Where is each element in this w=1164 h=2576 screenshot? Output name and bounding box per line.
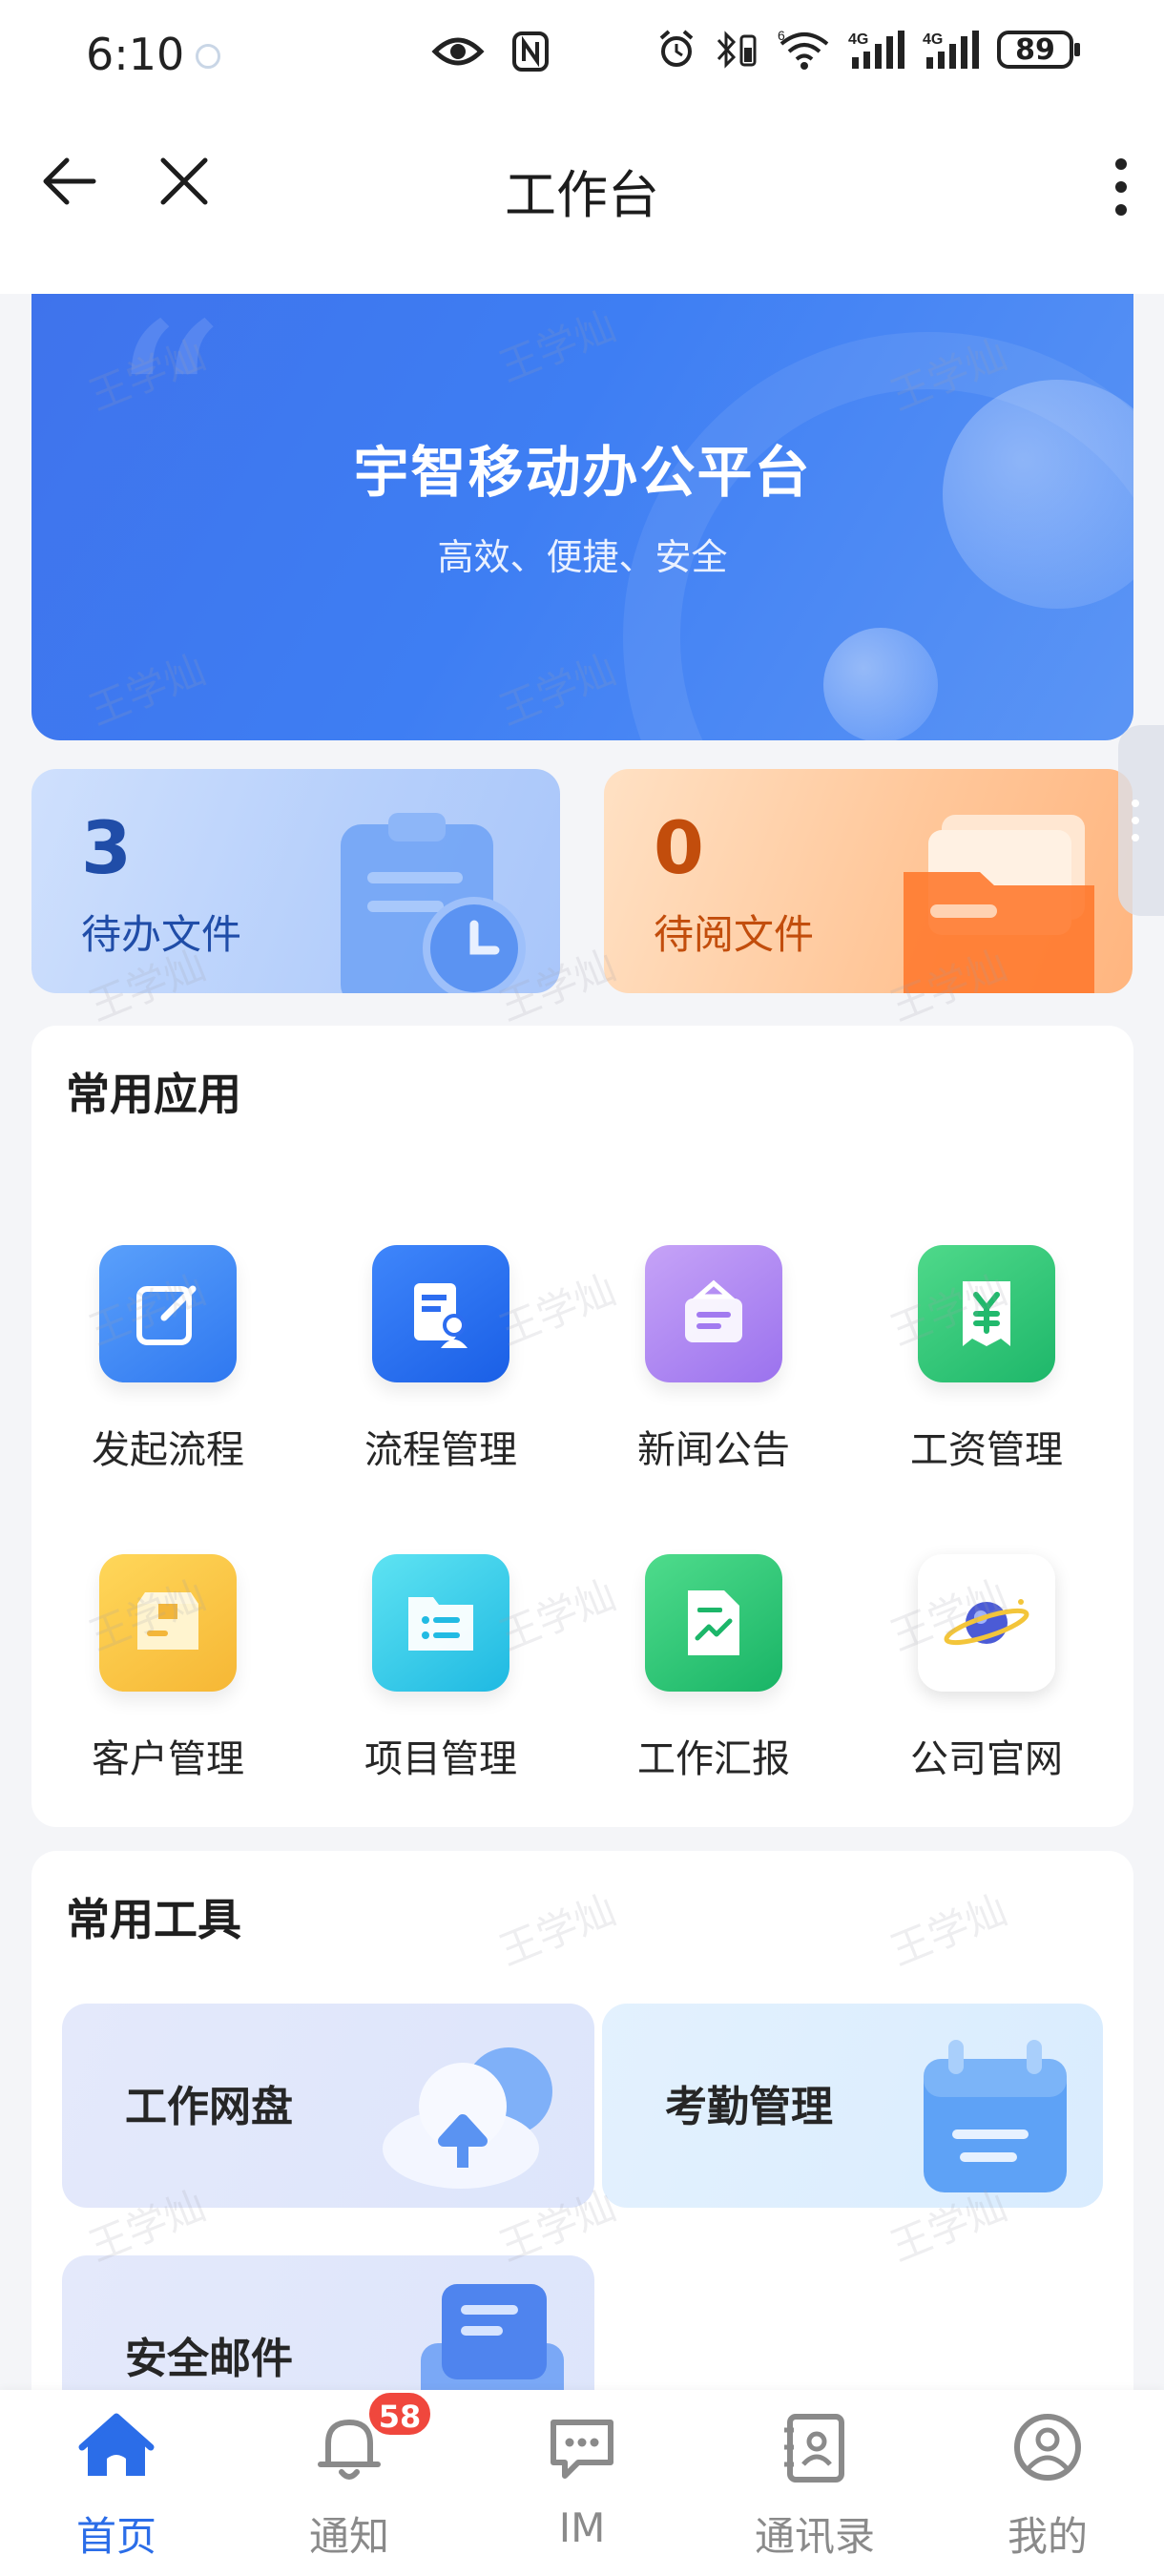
- banner-title: 宇智移动办公平台: [353, 440, 812, 505]
- common-tools-section: 常用工具 工作网盘 考勤管理 安全邮件: [31, 1851, 1133, 2423]
- more-vertical-icon: [1107, 158, 1135, 216]
- common-apps-section: 常用应用 发起流程 流程管理 新闻公告 工资管理 客户管理 项目管理 工作汇报 …: [31, 1026, 1133, 1827]
- status-time: 6:10: [86, 29, 185, 80]
- notice-board-icon: [645, 1245, 782, 1382]
- tab-label: 首页: [75, 2513, 156, 2560]
- signal-icon: 4G: [848, 29, 905, 71]
- bottom-tab-bar: 首页 58 通知 IM 通讯录 我的: [0, 2390, 1164, 2576]
- nfc-icon: [511, 31, 550, 73]
- app-label: 发起流程: [92, 1428, 244, 1472]
- tab-label: IM: [558, 2504, 606, 2551]
- clipboard-clock-icon: [312, 805, 541, 993]
- tab-contacts[interactable]: 通讯录: [698, 2390, 931, 2576]
- svg-text:6: 6: [778, 29, 785, 43]
- more-button[interactable]: [1107, 153, 1135, 221]
- tab-label: 通知: [308, 2513, 389, 2560]
- home-icon: [78, 2413, 155, 2476]
- cloud-upload-icon: [375, 2025, 566, 2200]
- tool-label: 工作网盘: [125, 2083, 293, 2131]
- pending-files-label: 待办文件: [81, 911, 242, 958]
- tool-label: 考勤管理: [665, 2083, 833, 2131]
- pending-files-count: 3: [81, 805, 132, 890]
- user-icon: [1014, 2414, 1081, 2481]
- tab-home[interactable]: 首页: [0, 2390, 233, 2576]
- common-tools-title: 常用工具: [66, 1894, 241, 1945]
- app-label: 工资管理: [910, 1428, 1063, 1472]
- notification-badge: 58: [366, 2390, 433, 2438]
- signal-icon-2: 4G: [923, 29, 980, 71]
- yen-receipt-icon: [918, 1245, 1055, 1382]
- app-label: 公司官网: [910, 1737, 1063, 1781]
- folder-list-icon: [372, 1554, 509, 1692]
- banner[interactable]: “ 宇智移动办公平台: [31, 294, 1133, 740]
- box-icon: [99, 1554, 237, 1692]
- tab-im[interactable]: IM: [466, 2390, 698, 2576]
- unread-files-count: 0: [654, 805, 704, 890]
- folder-icon: [884, 805, 1113, 993]
- planet-icon: [918, 1554, 1055, 1692]
- report-chart-icon: [645, 1554, 782, 1692]
- tab-profile[interactable]: 我的: [931, 2390, 1164, 2576]
- status-bar: 6:10 6 4G 4G 89: [0, 0, 1164, 113]
- chat-icon: [551, 2420, 613, 2479]
- app-company-website[interactable]: 公司官网: [850, 1554, 1123, 1783]
- page-title: 工作台: [505, 165, 659, 225]
- app-salary-management[interactable]: 工资管理: [850, 1245, 1123, 1474]
- contacts-icon: [784, 2414, 844, 2483]
- app-process-management[interactable]: 流程管理: [304, 1245, 577, 1474]
- tool-label: 安全邮件: [125, 2335, 293, 2383]
- battery-level: 89: [1015, 32, 1055, 67]
- tab-label: 通讯录: [754, 2513, 875, 2560]
- sync-indicator-icon: [196, 44, 220, 69]
- pending-files-card[interactable]: 3 待办文件: [31, 769, 560, 993]
- edit-icon: [99, 1245, 237, 1382]
- status-right-icons: 6 4G 4G 89: [657, 29, 1080, 71]
- svg-text:4G: 4G: [848, 31, 868, 48]
- battery-icon: 89: [997, 31, 1080, 69]
- app-start-process[interactable]: 发起流程: [31, 1245, 304, 1474]
- app-label: 新闻公告: [637, 1428, 790, 1472]
- svg-text:4G: 4G: [923, 31, 943, 48]
- floating-side-handle[interactable]: [1118, 725, 1164, 916]
- status-center-icons: [431, 31, 550, 73]
- wifi-icon: 6: [778, 29, 831, 71]
- tool-work-drive[interactable]: 工作网盘: [62, 2004, 594, 2208]
- app-label: 客户管理: [92, 1737, 244, 1781]
- app-news-announcement[interactable]: 新闻公告: [577, 1245, 850, 1474]
- calendar-icon: [903, 2025, 1074, 2200]
- banner-subtitle: 高效、便捷、安全: [437, 536, 728, 578]
- common-apps-title: 常用应用: [66, 1069, 241, 1120]
- document-user-icon: [372, 1245, 509, 1382]
- tab-notifications[interactable]: 58 通知: [233, 2390, 466, 2576]
- app-work-report[interactable]: 工作汇报: [577, 1554, 850, 1783]
- bluetooth-battery-icon: [713, 29, 760, 71]
- app-customer-management[interactable]: 客户管理: [31, 1554, 304, 1783]
- banner-bubble-small: [823, 628, 938, 740]
- unread-files-label: 待阅文件: [654, 911, 815, 958]
- app-label: 项目管理: [364, 1737, 517, 1781]
- tool-attendance-management[interactable]: 考勤管理: [602, 2004, 1103, 2208]
- unread-files-card[interactable]: 0 待阅文件: [604, 769, 1133, 993]
- app-label: 工作汇报: [637, 1737, 790, 1781]
- tab-label: 我的: [1007, 2513, 1088, 2560]
- app-project-management[interactable]: 项目管理: [304, 1554, 577, 1783]
- eye-icon: [431, 31, 485, 73]
- alarm-icon: [657, 29, 696, 71]
- app-label: 流程管理: [364, 1428, 517, 1472]
